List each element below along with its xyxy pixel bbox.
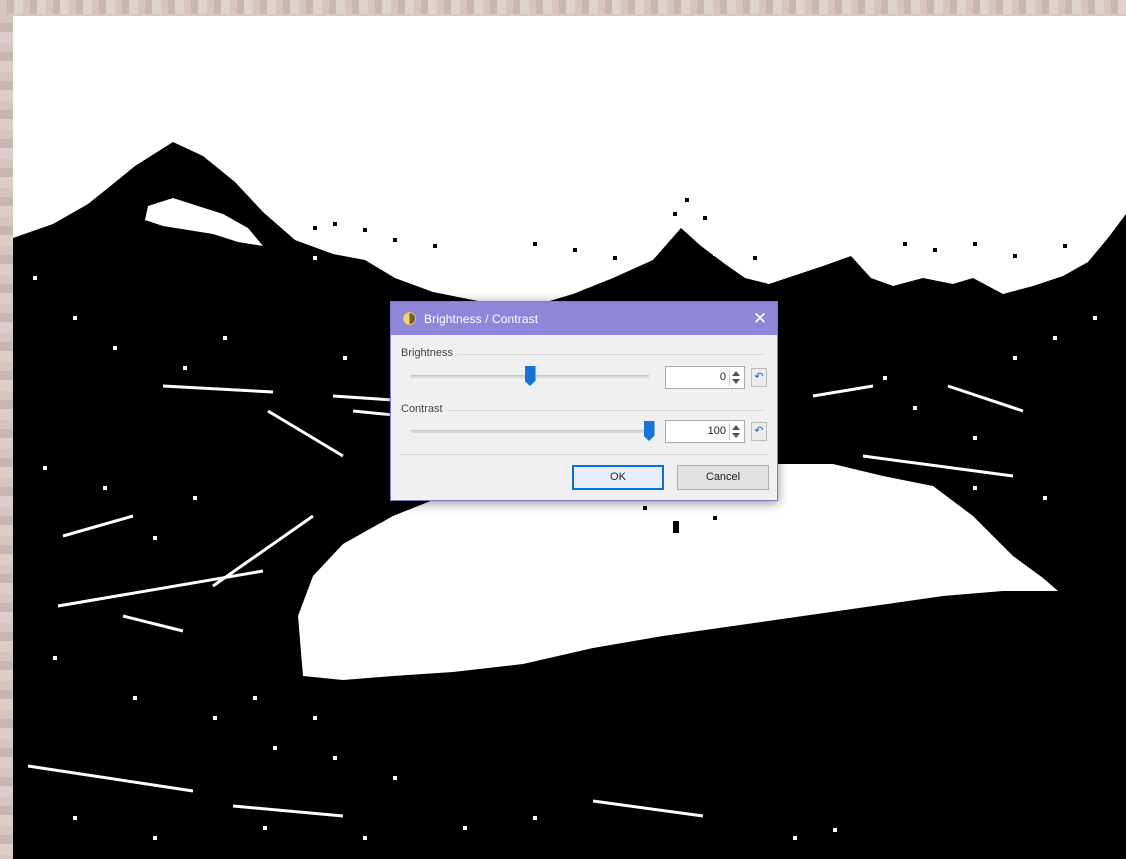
spin-down-icon[interactable] xyxy=(732,433,740,438)
window-top-border xyxy=(0,0,1126,14)
spin-up-icon[interactable] xyxy=(732,371,740,376)
contrast-input[interactable]: 100 xyxy=(665,420,745,443)
brightness-group-line xyxy=(403,354,765,355)
brightness-contrast-icon xyxy=(403,312,416,325)
close-button[interactable]: ✕ xyxy=(743,302,777,335)
contrast-group-line xyxy=(403,410,765,411)
contrast-reset-button[interactable]: ↶ xyxy=(751,422,767,441)
brightness-contrast-dialog: Brightness / Contrast ✕ Brightness 0 ↶ C… xyxy=(390,301,778,501)
contrast-label: Contrast xyxy=(401,403,447,415)
cancel-button[interactable]: Cancel xyxy=(677,465,769,490)
contrast-slider-track[interactable] xyxy=(411,430,649,433)
brightness-slider-thumb[interactable] xyxy=(524,366,536,386)
spin-up-icon[interactable] xyxy=(732,425,740,430)
window-left-border xyxy=(0,14,13,859)
spin-down-icon[interactable] xyxy=(732,379,740,384)
spin-arrows-icon[interactable] xyxy=(729,369,742,386)
dialog-separator xyxy=(401,454,767,455)
brightness-label: Brightness xyxy=(401,347,457,359)
spin-arrows-icon[interactable] xyxy=(729,423,742,440)
brightness-input[interactable]: 0 xyxy=(665,366,745,389)
dialog-title: Brightness / Contrast xyxy=(424,311,539,326)
ok-button[interactable]: OK xyxy=(572,465,664,490)
contrast-value: 100 xyxy=(707,425,726,437)
brightness-reset-button[interactable]: ↶ xyxy=(751,368,767,387)
brightness-value: 0 xyxy=(719,371,726,383)
contrast-slider-thumb[interactable] xyxy=(643,421,655,441)
dialog-titlebar[interactable]: Brightness / Contrast ✕ xyxy=(391,302,777,335)
desktop-stage: Brightness / Contrast ✕ Brightness 0 ↶ C… xyxy=(0,0,1126,859)
